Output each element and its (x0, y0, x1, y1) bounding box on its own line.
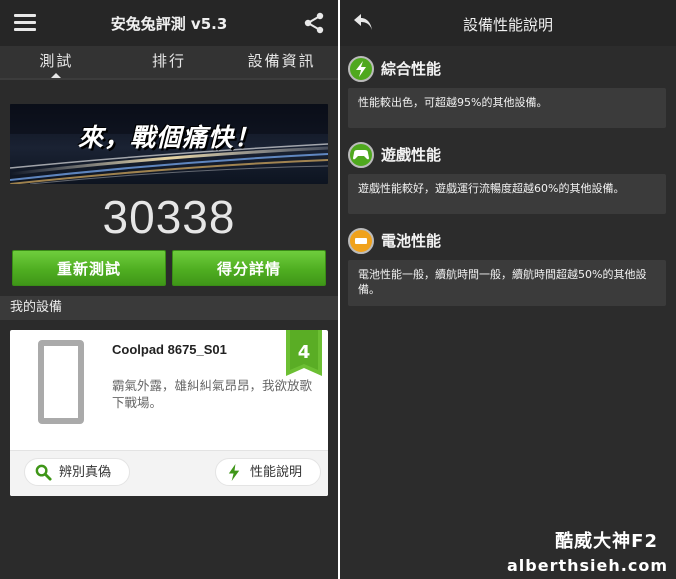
watermark-url: alberthsieh.com (507, 556, 668, 575)
performance-info-screen: 設備性能說明 綜合性能 性能較出色，可超越95%的其他設備。 遊戲性能 遊戲性能… (340, 0, 676, 579)
lightning-icon (228, 464, 240, 481)
overall-performance-description: 性能較出色，可超越95%的其他設備。 (348, 88, 666, 128)
device-name: Coolpad 8675_S01 (112, 342, 227, 357)
my-device-header: 我的設備 (0, 296, 338, 320)
performance-info-button[interactable]: 性能說明 (215, 458, 321, 486)
rank-number: 4 (297, 342, 311, 363)
device-description: 霸氣外露，雄糾糾氣昂昂，我欲放歌下戰場。 (112, 378, 313, 410)
performance-label: 性能說明 (250, 465, 303, 480)
tab-device-info[interactable]: 設備資訊 (225, 46, 338, 80)
tab-ranking[interactable]: 排行 (113, 46, 226, 80)
benchmark-score: 30338 (102, 191, 236, 243)
phone-icon (38, 340, 84, 424)
battery-icon (348, 228, 374, 254)
gaming-performance-label: 遊戲性能 (381, 146, 442, 164)
verify-label: 辨別真偽 (59, 465, 112, 480)
banner-image: 來，戰個痛快！ (10, 104, 328, 184)
verify-authenticity-button[interactable]: 辨別真偽 (24, 458, 130, 486)
battery-performance-description: 電池性能一般，續航時間一般，續航時間超越50%的其他設備。 (348, 260, 666, 306)
card-footer: 辨別真偽 性能說明 (10, 451, 328, 496)
device-card[interactable]: Coolpad 8675_S01 霸氣外露，雄糾糾氣昂昂，我欲放歌下戰場。 4 … (10, 330, 328, 496)
share-icon[interactable] (302, 11, 326, 35)
score-details-button[interactable]: 得分詳情 (172, 250, 326, 286)
benchmark-screen: 安兔兔評測 v5.3 測試 排行 設備資訊 來，戰個痛快！ 30338 重新測試… (0, 0, 338, 579)
banner-slogan: 來，戰個痛快！ (77, 123, 260, 152)
lightning-icon (348, 56, 374, 82)
app-title: 安兔兔評測 v5.3 (110, 15, 228, 33)
tab-test[interactable]: 測試 (0, 46, 113, 80)
watermark-title: 酷威大神F2 (555, 531, 658, 552)
top-app-bar-right: 設備性能說明 (340, 0, 676, 46)
top-app-bar: 安兔兔評測 v5.3 (0, 0, 338, 46)
screen-title: 設備性能說明 (462, 16, 553, 34)
tab-divider (0, 78, 338, 80)
tab-bar: 測試 排行 設備資訊 (0, 46, 338, 80)
gamepad-icon (348, 142, 374, 168)
retest-button[interactable]: 重新測試 (12, 250, 166, 286)
overall-performance-label: 綜合性能 (381, 60, 442, 78)
battery-performance-label: 電池性能 (381, 232, 442, 250)
gaming-performance-description: 遊戲性能較好，遊戲運行流暢度超越60%的其他設備。 (348, 174, 666, 214)
search-icon (35, 464, 52, 481)
